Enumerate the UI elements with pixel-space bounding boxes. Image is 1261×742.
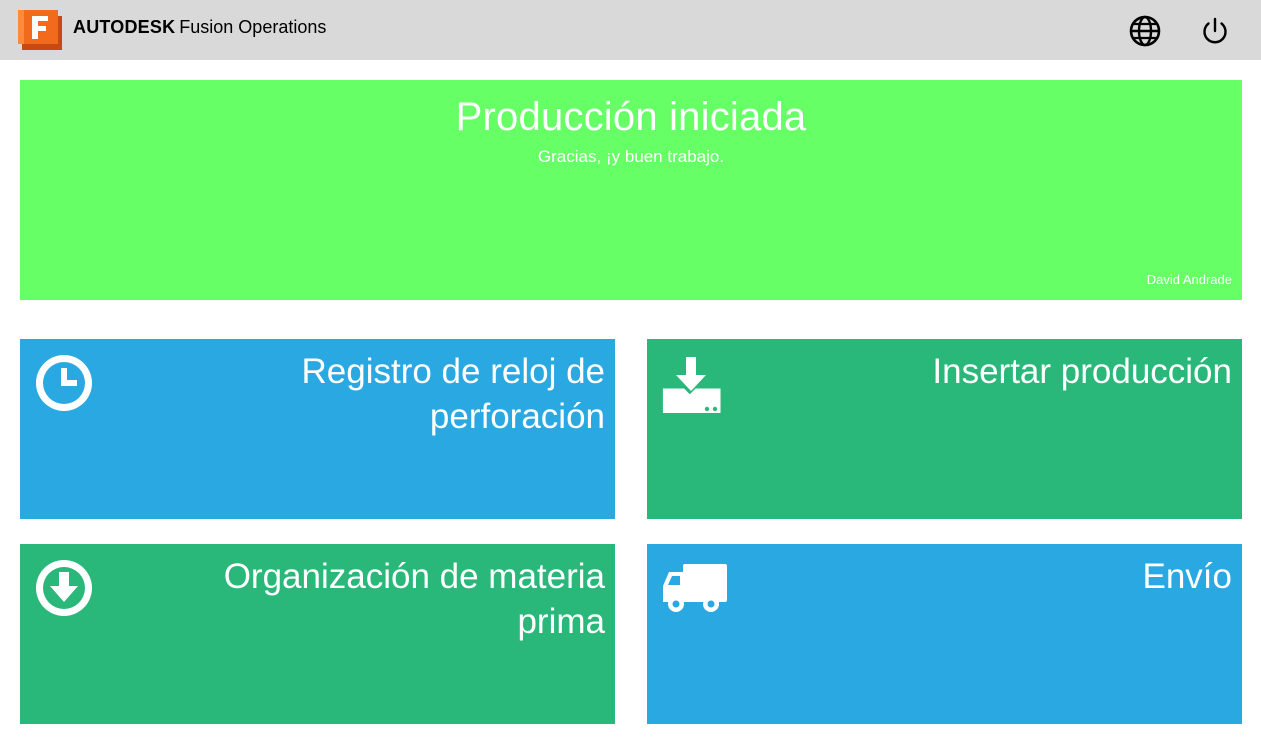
logout-button[interactable] bbox=[1198, 14, 1232, 48]
tile-insert-production[interactable]: Insertar producción bbox=[647, 339, 1242, 519]
tile-label: Envío bbox=[1142, 557, 1233, 596]
tile-shipping[interactable]: Envío bbox=[647, 544, 1242, 724]
power-icon bbox=[1203, 17, 1227, 44]
tile-label: Insertar producción bbox=[932, 352, 1232, 391]
app-brand: AUTODESK Fusion Operations bbox=[73, 16, 326, 38]
brand-autodesk: AUTODESK bbox=[73, 17, 176, 37]
tile-label: Registro de reloj de perforación bbox=[301, 352, 606, 436]
status-banner: Producción iniciada Gracias, ¡y buen tra… bbox=[20, 80, 1242, 300]
tile-raw-material[interactable]: Organización de materia prima bbox=[20, 544, 615, 724]
banner-subtitle: Gracias, ¡y buen trabajo. bbox=[537, 147, 725, 166]
clock-icon bbox=[34, 353, 94, 413]
truck-icon bbox=[661, 558, 727, 618]
download-tray-icon bbox=[661, 353, 721, 413]
globe-icon bbox=[1129, 15, 1161, 47]
banner-user-name: David Andrade bbox=[1146, 272, 1232, 287]
fusion-logo-icon bbox=[18, 10, 64, 50]
banner-title: Producción iniciada bbox=[455, 95, 807, 139]
language-button[interactable] bbox=[1128, 14, 1162, 48]
tile-punch-clock[interactable]: Registro de reloj de perforación bbox=[20, 339, 615, 519]
arrow-down-circle-icon bbox=[34, 558, 94, 618]
top-bar: AUTODESK Fusion Operations bbox=[0, 0, 1261, 60]
tile-label: Organización de materia prima bbox=[223, 557, 605, 641]
brand-product: Fusion Operations bbox=[179, 17, 327, 37]
